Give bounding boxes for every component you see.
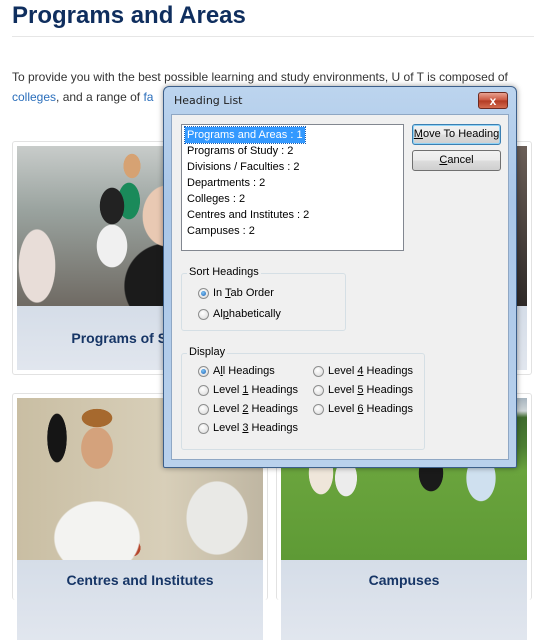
display-radio-3[interactable]: Level 3 Headings bbox=[198, 422, 298, 434]
radio-button-icon[interactable] bbox=[313, 403, 324, 415]
display-radio-5[interactable]: Level 5 Headings bbox=[313, 384, 413, 396]
radio-button-icon[interactable] bbox=[198, 287, 209, 299]
radio-button-icon[interactable] bbox=[313, 365, 324, 377]
button-label: ancel bbox=[447, 154, 474, 166]
faculties-link[interactable]: fa bbox=[143, 90, 153, 104]
heading-list-item[interactable]: Programs and Areas : 1 bbox=[184, 126, 306, 144]
display-group: Display All Headings Level 1 Headings Leve… bbox=[181, 346, 425, 450]
radio-button-icon[interactable] bbox=[198, 365, 209, 377]
radio-button-icon[interactable] bbox=[198, 422, 209, 434]
heading-list-item[interactable]: Departments : 2 bbox=[185, 175, 267, 191]
move-to-heading-button[interactable]: Move To Heading bbox=[412, 124, 501, 145]
display-radio-4[interactable]: Level 4 Headings bbox=[313, 365, 413, 377]
page-title: Programs and Areas bbox=[12, 2, 246, 29]
radio-label: Alphabetically bbox=[213, 308, 281, 320]
sort-radio-1[interactable]: Alphabetically bbox=[198, 308, 281, 320]
display-radio-1[interactable]: Level 1 Headings bbox=[198, 384, 298, 396]
display-radio-6[interactable]: Level 6 Headings bbox=[313, 403, 413, 415]
radio-button-icon[interactable] bbox=[198, 403, 209, 415]
heading-listbox[interactable]: Programs and Areas : 1 Programs of Study … bbox=[181, 124, 404, 251]
cancel-button[interactable]: Cancel bbox=[412, 150, 501, 171]
radio-label: Level 2 Headings bbox=[213, 403, 299, 415]
card-title: Centres and Institutes bbox=[66, 572, 214, 588]
dialog-title: Heading List bbox=[174, 94, 243, 107]
radio-button-icon[interactable] bbox=[198, 308, 209, 320]
heading-list-item[interactable]: Programs of Study : 2 bbox=[185, 143, 295, 159]
radio-button-icon[interactable] bbox=[198, 384, 209, 396]
heading-list-item[interactable]: Centres and Institutes : 2 bbox=[185, 207, 311, 223]
heading-list-item[interactable]: Colleges : 2 bbox=[185, 191, 247, 207]
display-label: Display bbox=[187, 346, 228, 358]
card-caption[interactable]: Centres and Institutes bbox=[17, 560, 263, 640]
intro-text-mid: , and a range of bbox=[56, 90, 144, 104]
radio-label: In Tab Order bbox=[213, 287, 274, 299]
accesskey: M bbox=[413, 128, 423, 140]
close-icon: x bbox=[489, 94, 497, 108]
radio-label: Level 1 Headings bbox=[213, 384, 299, 396]
sort-headings-group: Sort Headings In Tab Order Alphabetically bbox=[181, 266, 346, 331]
dialog-body: Programs and Areas : 1 Programs of Study … bbox=[171, 114, 509, 460]
card-title: Campuses bbox=[368, 572, 440, 588]
card-caption[interactable]: Campuses bbox=[281, 560, 527, 640]
button-label: ove To Heading bbox=[422, 128, 500, 140]
sort-radio-0[interactable]: In Tab Order bbox=[198, 287, 274, 299]
display-radio-2[interactable]: Level 2 Headings bbox=[198, 403, 298, 415]
intro-text: To provide you with the best possible le… bbox=[12, 70, 508, 84]
radio-label: Level 5 Headings bbox=[328, 384, 414, 396]
title-divider bbox=[12, 36, 534, 37]
close-button[interactable]: x bbox=[478, 92, 508, 109]
radio-label: Level 4 Headings bbox=[328, 365, 414, 377]
sort-headings-label: Sort Headings bbox=[187, 266, 261, 278]
display-radio-0[interactable]: All Headings bbox=[198, 365, 275, 377]
heading-list-dialog: Heading List x Programs and Areas : 1 Pro… bbox=[163, 86, 517, 468]
heading-list-item[interactable]: Campuses : 2 bbox=[185, 223, 257, 239]
radio-label: Level 6 Headings bbox=[328, 403, 414, 415]
radio-label: Level 3 Headings bbox=[213, 422, 299, 434]
heading-list-item[interactable]: Divisions / Faculties : 2 bbox=[185, 159, 301, 175]
radio-label: All Headings bbox=[213, 365, 275, 377]
radio-button-icon[interactable] bbox=[313, 384, 324, 396]
colleges-link[interactable]: colleges bbox=[12, 90, 56, 104]
